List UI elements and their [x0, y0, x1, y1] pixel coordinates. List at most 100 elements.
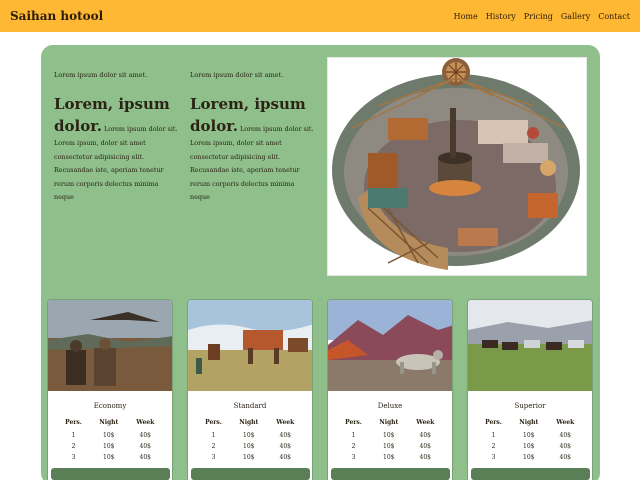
- nav-link-history[interactable]: History: [486, 12, 516, 21]
- cell-week: 40$: [279, 454, 291, 461]
- cell-persons: 3: [211, 454, 216, 461]
- cell-week: 40$: [559, 454, 571, 461]
- col-header-night: Night: [239, 419, 259, 426]
- price-table: Pers. Night Week 1 10$ 40$ 2 10$ 40$ 3 1…: [477, 418, 583, 463]
- intro-body-text: Lorem ipsum dolor sit. Lorem ipsum, dolo…: [54, 125, 178, 202]
- table-row: 2 10$ 40$: [477, 441, 583, 452]
- cell-persons: 3: [71, 454, 76, 461]
- col-header-night: Night: [519, 419, 539, 426]
- table-row: 2 10$ 40$: [337, 441, 443, 452]
- main-panel: Lorem ipsum dolor sit amet. Lorem, ipsum…: [41, 45, 600, 480]
- nav-link-contact[interactable]: Contact: [598, 12, 630, 21]
- cell-persons: 1: [71, 432, 76, 439]
- col-header-night: Night: [99, 419, 119, 426]
- snow-leopard-mountains-image: [328, 300, 452, 391]
- table-row: 1 10$ 40$: [197, 430, 303, 441]
- cell-persons: 2: [211, 443, 216, 450]
- cell-persons: 2: [491, 443, 496, 450]
- cell-night: 10$: [243, 432, 255, 439]
- cell-night: 10$: [103, 454, 115, 461]
- cell-persons: 3: [491, 454, 496, 461]
- table-row: 2 10$ 40$: [197, 441, 303, 452]
- wild-horses-image: [468, 300, 592, 391]
- col-header-week: Week: [416, 419, 435, 426]
- col-header-week: Week: [276, 419, 295, 426]
- intro-column-1: Lorem ipsum dolor sit amet. Lorem, ipsum…: [54, 70, 178, 205]
- price-table: Pers. Night Week 1 10$ 40$ 2 10$ 40$ 3 1…: [337, 418, 443, 463]
- intro-subtitle: Lorem ipsum dolor sit amet.: [190, 71, 284, 79]
- intro-heading-lead: dolor.: [54, 117, 102, 135]
- col-header-night: Night: [379, 419, 399, 426]
- intro-heading: Lorem, ipsum: [190, 95, 306, 113]
- cell-persons: 3: [351, 454, 356, 461]
- intro-heading-lead: dolor.: [190, 117, 238, 135]
- cell-night: 10$: [523, 443, 535, 450]
- table-row: 2 10$ 40$: [57, 441, 163, 452]
- cell-week: 40$: [419, 443, 431, 450]
- cell-night: 10$: [103, 432, 115, 439]
- cell-week: 40$: [279, 443, 291, 450]
- intro-heading: Lorem, ipsum: [54, 95, 170, 113]
- cell-week: 40$: [419, 454, 431, 461]
- table-row: 3 10$ 40$: [57, 452, 163, 463]
- plan-name: Superior: [514, 402, 546, 410]
- brand-logo-text[interactable]: Saihan hotool: [10, 9, 103, 23]
- price-table: Pers. Night Week 1 10$ 40$ 2 10$ 40$ 3 1…: [197, 418, 303, 463]
- camel-caravan-image: [188, 300, 312, 391]
- plan-name: Economy: [93, 402, 127, 410]
- cell-week: 40$: [139, 432, 151, 439]
- intro-body-text: Lorem ipsum dolor sit. Lorem ipsum, dolo…: [190, 125, 314, 202]
- nav-link-home[interactable]: Home: [454, 12, 478, 21]
- cell-night: 10$: [523, 454, 535, 461]
- top-navbar: Saihan hotool Home History Pricing Galle…: [0, 0, 640, 32]
- col-header-persons: Pers.: [345, 419, 362, 426]
- cell-night: 10$: [103, 443, 115, 450]
- intro-subtitle: Lorem ipsum dolor sit amet.: [54, 71, 148, 79]
- pricing-card-superior: Superior Pers. Night Week 1 10$ 40$ 2 10…: [467, 299, 593, 480]
- nav-link-pricing[interactable]: Pricing: [524, 12, 553, 21]
- book-button[interactable]: [190, 468, 310, 480]
- nav-links: Home History Pricing Gallery Contact: [454, 12, 630, 21]
- book-button[interactable]: [330, 468, 450, 480]
- book-button[interactable]: [470, 468, 590, 480]
- table-row: 3 10$ 40$: [477, 452, 583, 463]
- cell-persons: 1: [211, 432, 216, 439]
- cell-persons: 2: [351, 443, 356, 450]
- table-row: 1 10$ 40$: [337, 430, 443, 441]
- cell-week: 40$: [559, 443, 571, 450]
- table-row: 1 10$ 40$: [57, 430, 163, 441]
- cell-week: 40$: [139, 443, 151, 450]
- pricing-card-standard: Standard Pers. Night Week 1 10$ 40$ 2 10…: [187, 299, 313, 480]
- pricing-cards: Economy Pers. Night Week 1 10$ 40$ 2 10$…: [47, 299, 594, 480]
- col-header-persons: Pers.: [205, 419, 222, 426]
- eagle-hunters-image: [48, 300, 172, 391]
- pricing-card-deluxe: Deluxe Pers. Night Week 1 10$ 40$ 2 10$ …: [327, 299, 453, 480]
- cell-night: 10$: [523, 432, 535, 439]
- table-row: 3 10$ 40$: [197, 452, 303, 463]
- book-button[interactable]: [50, 468, 170, 480]
- cell-night: 10$: [383, 454, 395, 461]
- nav-link-gallery[interactable]: Gallery: [561, 12, 590, 21]
- table-row: 3 10$ 40$: [337, 452, 443, 463]
- col-header-persons: Pers.: [485, 419, 502, 426]
- cell-night: 10$: [383, 443, 395, 450]
- cell-persons: 1: [351, 432, 356, 439]
- intro-column-2: Lorem ipsum dolor sit amet. Lorem, ipsum…: [190, 70, 314, 205]
- col-header-persons: Pers.: [65, 419, 82, 426]
- cell-week: 40$: [559, 432, 571, 439]
- pricing-card-economy: Economy Pers. Night Week 1 10$ 40$ 2 10$…: [47, 299, 173, 480]
- plan-name: Deluxe: [377, 402, 403, 410]
- cell-persons: 2: [71, 443, 76, 450]
- col-header-week: Week: [136, 419, 155, 426]
- table-row: 1 10$ 40$: [477, 430, 583, 441]
- plan-name: Standard: [233, 402, 267, 410]
- cell-night: 10$: [243, 454, 255, 461]
- cell-persons: 1: [491, 432, 496, 439]
- cell-night: 10$: [243, 443, 255, 450]
- cell-week: 40$: [279, 432, 291, 439]
- cell-week: 40$: [419, 432, 431, 439]
- col-header-week: Week: [556, 419, 575, 426]
- cell-night: 10$: [383, 432, 395, 439]
- cell-week: 40$: [139, 454, 151, 461]
- ger-interior-image: [327, 57, 587, 276]
